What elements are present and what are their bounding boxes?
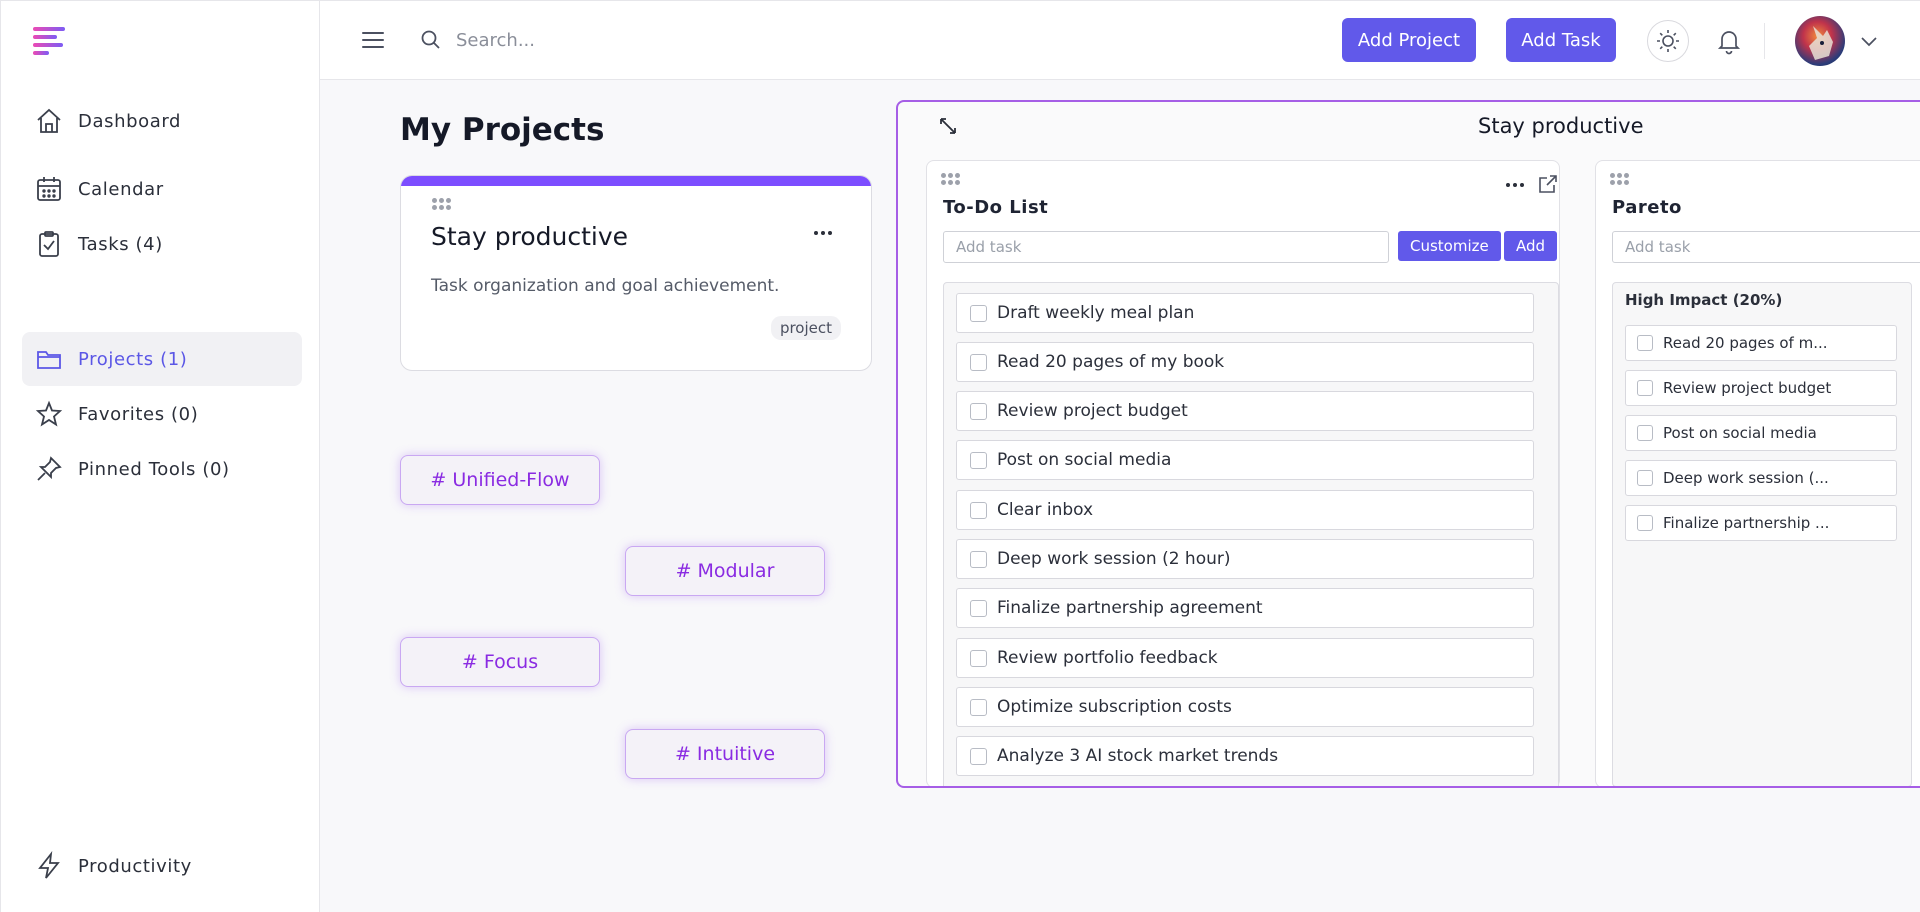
workspace-panel: Stay productive To-Do List Customize Add… (896, 100, 1920, 788)
todo-item[interactable]: Post on social media (956, 440, 1534, 480)
todo-item[interactable]: Optimize subscription costs (956, 687, 1534, 727)
home-icon (32, 104, 66, 138)
project-card[interactable]: Stay productive Task organization and go… (400, 175, 872, 371)
todo-item[interactable]: Review project budget (956, 391, 1534, 431)
folder-icon (32, 342, 66, 376)
clipboard-check-icon (32, 227, 66, 261)
lightning-icon (32, 849, 66, 883)
sidebar-item-calendar[interactable]: Calendar (22, 162, 302, 216)
tag-chip-intuitive[interactable]: # Intuitive (625, 729, 825, 779)
pin-icon (32, 452, 66, 486)
top-header: Add Project Add Task (320, 0, 1920, 80)
sidebar-item-label: Tasks (4) (78, 233, 163, 255)
group-title: High Impact (20%) (1625, 291, 1783, 309)
sidebar: Dashboard Calendar Tasks (4) Projects (1… (0, 0, 320, 912)
workspace-title: Stay productive (1478, 114, 1644, 138)
high-impact-list: High Impact (20%) Read 20 pages of m... … (1612, 282, 1912, 786)
star-icon (32, 397, 66, 431)
todo-item[interactable]: Analyze 3 AI stock market trends (956, 736, 1534, 776)
task-checkbox[interactable] (970, 599, 987, 617)
todo-list: Draft weekly meal plan Read 20 pages of … (943, 282, 1559, 786)
sidebar-item-tasks[interactable]: Tasks (4) (22, 217, 302, 271)
todo-item[interactable]: Draft weekly meal plan (956, 293, 1534, 333)
task-checkbox[interactable] (970, 304, 987, 322)
task-checkbox[interactable] (970, 451, 987, 469)
pareto-item[interactable]: Review project budget (1625, 370, 1897, 406)
menu-icon[interactable] (360, 29, 386, 51)
sidebar-item-projects[interactable]: Projects (1) (22, 332, 302, 386)
page-title: My Projects (400, 112, 605, 148)
todo-item[interactable]: Review portfolio feedback (956, 638, 1534, 678)
tag-chip-unified-flow[interactable]: # Unified-Flow (400, 455, 600, 505)
logo-icon[interactable] (33, 25, 67, 57)
task-checkbox[interactable] (970, 649, 987, 667)
pareto-item[interactable]: Read 20 pages of m... (1625, 325, 1897, 361)
calendar-icon (32, 172, 66, 206)
todo-item[interactable]: Clear inbox (956, 490, 1534, 530)
collapse-icon[interactable] (938, 116, 958, 140)
add-project-button[interactable]: Add Project (1342, 18, 1476, 62)
pareto-item[interactable]: Deep work session (... (1625, 460, 1897, 496)
drag-handle-icon[interactable] (941, 173, 960, 185)
project-color-bar (401, 176, 871, 186)
theme-toggle-button[interactable] (1647, 20, 1689, 62)
project-title: Stay productive (431, 222, 629, 251)
avatar[interactable] (1795, 16, 1845, 66)
chevron-down-icon[interactable] (1860, 33, 1878, 52)
sidebar-item-label: Pinned Tools (0) (78, 458, 230, 480)
task-checkbox[interactable] (1637, 470, 1653, 486)
tag-chip-focus[interactable]: # Focus (400, 637, 600, 687)
sidebar-item-label: Productivity (78, 855, 192, 877)
add-button[interactable]: Add (1504, 231, 1558, 261)
customize-button[interactable]: Customize (1398, 231, 1501, 261)
sidebar-item-pinned-tools[interactable]: Pinned Tools (0) (22, 442, 302, 496)
add-task-input[interactable] (943, 231, 1389, 263)
task-checkbox[interactable] (1637, 515, 1653, 531)
project-tag: project (770, 316, 841, 340)
drag-handle-icon[interactable] (1610, 173, 1629, 185)
more-options-icon[interactable] (814, 231, 832, 235)
todo-item[interactable]: Deep work session (2 hour) (956, 539, 1534, 579)
task-checkbox[interactable] (970, 501, 987, 519)
pareto-item[interactable]: Post on social media (1625, 415, 1897, 451)
todo-widget: To-Do List Customize Add Draft weekly me… (926, 160, 1560, 786)
sidebar-item-productivity[interactable]: Productivity (22, 839, 302, 893)
sidebar-item-label: Projects (1) (78, 348, 188, 370)
task-checkbox[interactable] (970, 550, 987, 568)
task-checkbox[interactable] (1637, 425, 1653, 441)
external-link-icon[interactable] (1537, 173, 1559, 199)
task-checkbox[interactable] (970, 698, 987, 716)
search-input[interactable] (456, 23, 856, 57)
widget-title: Pareto (1612, 197, 1682, 218)
search-icon (420, 29, 442, 55)
sidebar-item-label: Calendar (78, 178, 164, 200)
add-task-input[interactable] (1612, 231, 1920, 263)
pareto-widget: Pareto High Impact (20%) Read 20 pages o… (1595, 160, 1920, 786)
project-description: Task organization and goal achievement. (431, 276, 780, 296)
sidebar-item-favorites[interactable]: Favorites (0) (22, 387, 302, 441)
todo-item[interactable]: Read 20 pages of my book (956, 342, 1534, 382)
bell-icon[interactable] (1716, 27, 1742, 59)
drag-handle-icon[interactable] (432, 198, 451, 210)
sun-icon (1657, 30, 1679, 52)
task-checkbox[interactable] (970, 402, 987, 420)
pareto-item[interactable]: Finalize partnership ... (1625, 505, 1897, 541)
more-options-icon[interactable] (1506, 183, 1524, 187)
widget-title: To-Do List (943, 197, 1049, 218)
tag-chip-modular[interactable]: # Modular (625, 546, 825, 596)
sidebar-item-label: Favorites (0) (78, 403, 199, 425)
task-checkbox[interactable] (1637, 335, 1653, 351)
add-task-button[interactable]: Add Task (1506, 18, 1616, 62)
task-checkbox[interactable] (1637, 380, 1653, 396)
task-checkbox[interactable] (970, 353, 987, 371)
task-checkbox[interactable] (970, 747, 987, 765)
header-divider (1764, 23, 1765, 59)
sidebar-item-label: Dashboard (78, 110, 182, 132)
todo-item[interactable]: Finalize partnership agreement (956, 588, 1534, 628)
sidebar-item-dashboard[interactable]: Dashboard (22, 94, 302, 148)
